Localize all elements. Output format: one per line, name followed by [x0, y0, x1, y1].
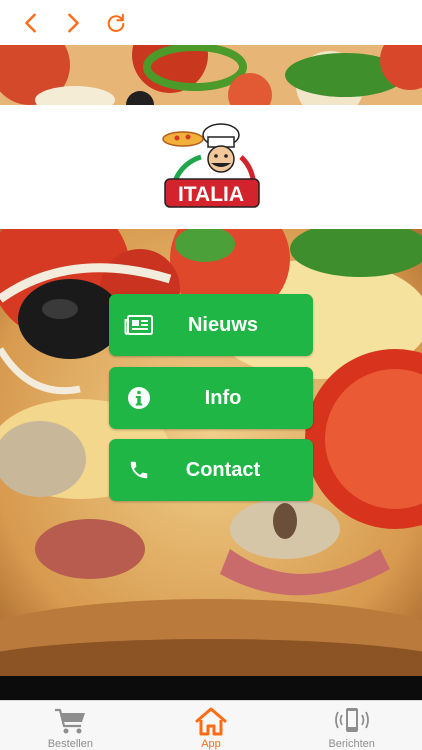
- contact-button[interactable]: Contact: [109, 439, 313, 501]
- italia-logo: ITALIA: [162, 123, 260, 208]
- bottom-tab-bar: Bestellen App Berichten: [0, 700, 422, 750]
- chevron-left-icon: [25, 13, 36, 33]
- contact-label: Contact: [185, 458, 261, 481]
- logo-text: ITALIA: [178, 183, 244, 206]
- info-button[interactable]: Info: [109, 367, 313, 429]
- tab-berichten[interactable]: Berichten: [281, 701, 422, 750]
- tab-app[interactable]: App: [141, 701, 282, 750]
- logo-area: ITALIA: [0, 105, 422, 229]
- info-label: Info: [204, 386, 242, 409]
- pizza-banner-image: [0, 45, 422, 105]
- phone-vibrate-icon: [334, 708, 369, 732]
- tab-app-label: App: [201, 738, 221, 750]
- back-button[interactable]: [16, 8, 46, 38]
- nieuws-button[interactable]: Nieuws: [109, 294, 313, 356]
- reload-button[interactable]: [101, 8, 131, 38]
- cart-icon: [55, 708, 86, 734]
- black-bar: [0, 676, 422, 700]
- phone-icon: [130, 461, 148, 479]
- forward-button[interactable]: [58, 8, 88, 38]
- tab-bestellen[interactable]: Bestellen: [0, 701, 141, 750]
- home-icon: [195, 707, 227, 736]
- top-nav-bar: [0, 0, 422, 45]
- newspaper-icon: [124, 315, 153, 335]
- chevron-right-icon: [68, 13, 79, 33]
- nieuws-label: Nieuws: [187, 313, 259, 336]
- tab-bestellen-label: Bestellen: [47, 738, 93, 750]
- info-icon: [128, 387, 150, 409]
- tab-berichten-label: Berichten: [328, 738, 375, 750]
- reload-icon: [107, 13, 125, 32]
